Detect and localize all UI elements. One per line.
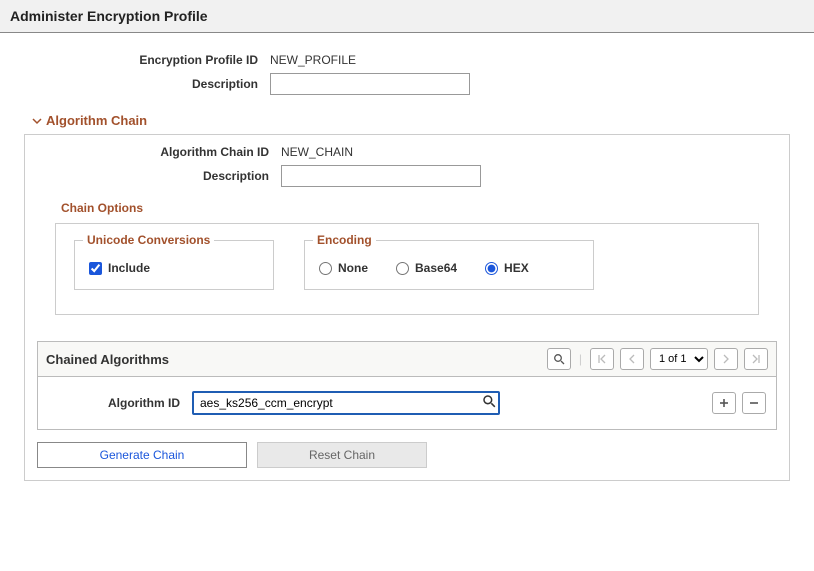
unicode-fieldset: Unicode Conversions Include: [74, 240, 274, 290]
chain-options-box: Unicode Conversions Include Encoding Non…: [55, 223, 759, 315]
algorithm-id-input[interactable]: [192, 391, 500, 415]
chevron-left-icon: [627, 354, 637, 364]
plus-icon: [718, 397, 730, 409]
chain-description-label: Description: [37, 169, 281, 183]
algorithm-chain-toggle[interactable]: Algorithm Chain: [32, 113, 804, 128]
search-icon: [553, 353, 565, 365]
encoding-base64-label: Base64: [415, 261, 457, 275]
grid-separator: |: [577, 352, 584, 366]
chain-description-input[interactable]: [281, 165, 481, 187]
encoding-base64-row[interactable]: Base64: [396, 261, 457, 275]
grid-search-button[interactable]: [547, 348, 571, 370]
profile-description-label: Description: [10, 77, 270, 91]
page-title: Administer Encryption Profile: [0, 0, 814, 33]
chevron-down-icon: [32, 116, 46, 126]
pager-last-button[interactable]: [744, 348, 768, 370]
algorithm-chain-heading: Algorithm Chain: [46, 113, 147, 128]
algorithm-chain-panel: Algorithm Chain ID NEW_CHAIN Description…: [24, 134, 790, 481]
last-page-icon: [751, 354, 761, 364]
include-label: Include: [108, 261, 150, 275]
pager-first-button[interactable]: [590, 348, 614, 370]
reset-chain-button[interactable]: Reset Chain: [257, 442, 427, 468]
algorithm-id-lookup-button[interactable]: [482, 394, 496, 408]
encoding-hex-radio[interactable]: [485, 262, 498, 275]
pager-next-button[interactable]: [714, 348, 738, 370]
encoding-none-radio[interactable]: [319, 262, 332, 275]
delete-row-button[interactable]: [742, 392, 766, 414]
profile-description-input[interactable]: [270, 73, 470, 95]
profile-id-label: Encryption Profile ID: [10, 53, 270, 67]
chain-id-label: Algorithm Chain ID: [37, 145, 281, 159]
chained-algorithms-header: Chained Algorithms |: [37, 341, 777, 377]
encoding-base64-radio[interactable]: [396, 262, 409, 275]
chevron-right-icon: [721, 354, 731, 364]
encoding-none-row[interactable]: None: [319, 261, 368, 275]
generate-chain-button[interactable]: Generate Chain: [37, 442, 247, 468]
encoding-hex-label: HEX: [504, 261, 529, 275]
encoding-hex-row[interactable]: HEX: [485, 261, 529, 275]
pager-select[interactable]: 1 of 1: [650, 348, 708, 370]
encoding-none-label: None: [338, 261, 368, 275]
algorithm-id-label: Algorithm ID: [48, 396, 192, 410]
search-icon: [482, 394, 496, 408]
encoding-fieldset: Encoding None Base64 HEX: [304, 240, 594, 290]
pager-prev-button[interactable]: [620, 348, 644, 370]
minus-icon: [748, 397, 760, 409]
encoding-legend: Encoding: [313, 233, 376, 247]
chained-algorithms-row: Algorithm ID: [37, 377, 777, 430]
include-checkbox[interactable]: [89, 262, 102, 275]
add-row-button[interactable]: [712, 392, 736, 414]
chain-id-value: NEW_CHAIN: [281, 145, 353, 159]
profile-id-value: NEW_PROFILE: [270, 53, 356, 67]
unicode-legend: Unicode Conversions: [83, 233, 214, 247]
chain-options-heading: Chain Options: [61, 201, 777, 215]
chained-algorithms-title: Chained Algorithms: [46, 352, 169, 367]
include-checkbox-row[interactable]: Include: [89, 261, 150, 275]
first-page-icon: [597, 354, 607, 364]
